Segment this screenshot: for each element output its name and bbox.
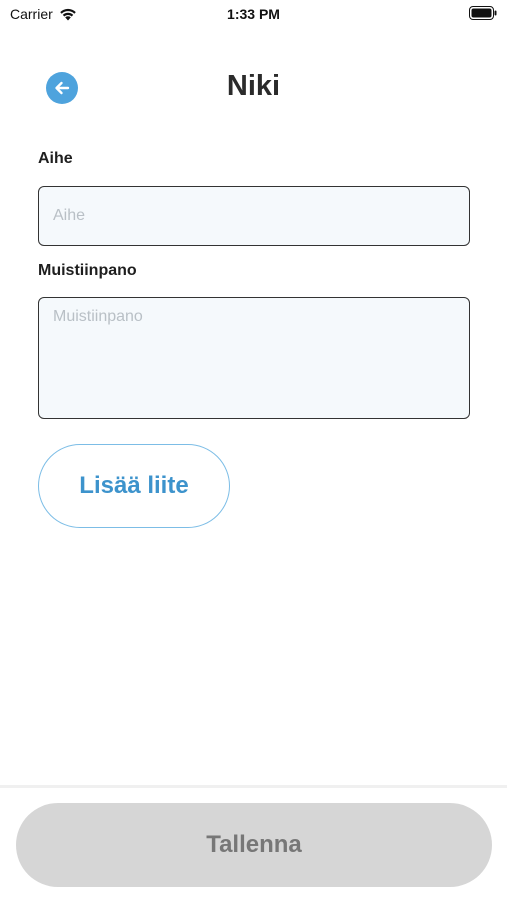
status-bar: Carrier 1:33 PM — [0, 0, 507, 28]
battery-icon — [469, 6, 497, 20]
subject-label: Aihe — [38, 150, 73, 167]
status-time: 1:33 PM — [227, 6, 280, 22]
header: Niki — [0, 60, 507, 116]
note-textarea[interactable] — [38, 297, 470, 419]
add-attachment-button[interactable]: Lisää liite — [38, 444, 230, 528]
page-title: Niki — [226, 70, 281, 102]
save-button[interactable]: Tallenna — [16, 803, 492, 887]
footer-divider — [0, 785, 507, 788]
note-label: Muistiinpano — [38, 262, 137, 279]
subject-input[interactable] — [38, 186, 470, 246]
